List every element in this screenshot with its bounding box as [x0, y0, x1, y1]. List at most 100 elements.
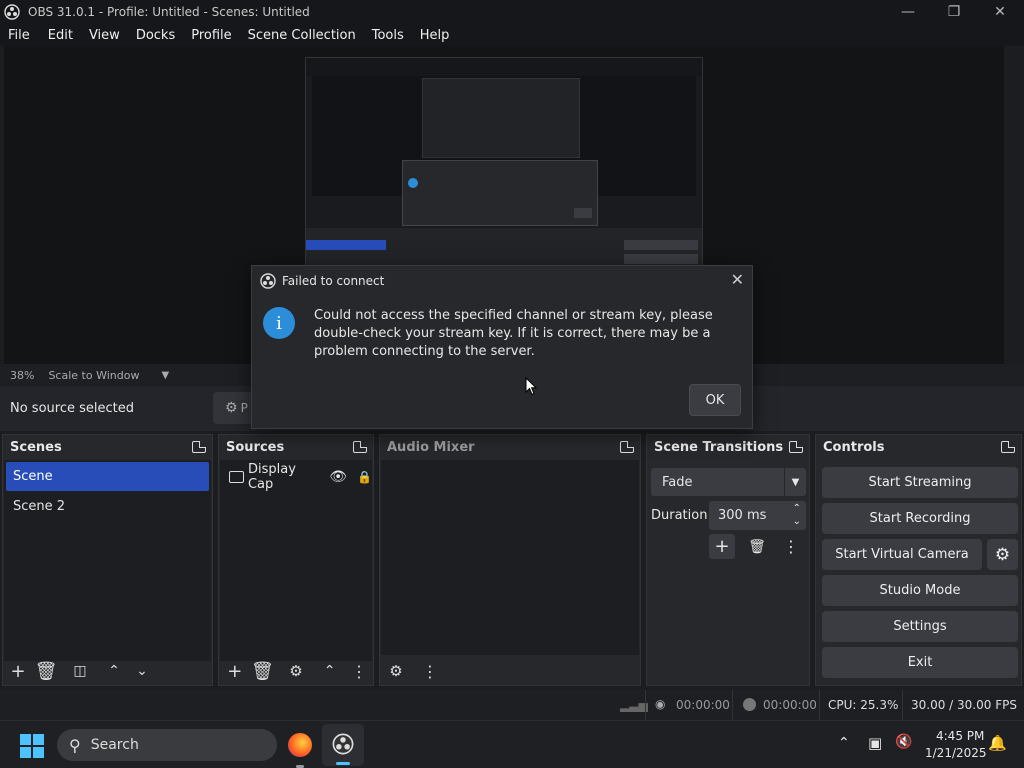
controls-dock: Controls Start Streaming Start Recording… — [815, 434, 1022, 686]
chevron-up-icon[interactable]: ⌃ — [838, 735, 850, 751]
studio-mode-button[interactable]: Studio Mode — [822, 575, 1018, 606]
transition-select[interactable]: Fade ▼ — [651, 468, 806, 496]
obs-logo-icon — [260, 273, 276, 289]
duration-spinbox[interactable]: 300 ms ⌃ ⌄ — [709, 501, 806, 530]
fps-readout: 30.00 / 30.00 FPS — [911, 698, 1017, 712]
add-scene-icon[interactable]: + — [4, 659, 32, 683]
undock-icon[interactable] — [789, 441, 803, 453]
scenes-dock: Scenes Scene Scene 2 + 🗑 ◫ ⌃ ⌄ — [2, 434, 213, 686]
more-icon[interactable]: ⋮ — [345, 659, 373, 683]
controls-title: Controls — [823, 439, 885, 455]
title-bar: OBS 31.0.1 - Profile: Untitled - Scenes:… — [0, 0, 1024, 24]
start-recording-button[interactable]: Start Recording — [822, 503, 1018, 534]
audio-mixer-title: Audio Mixer — [387, 439, 475, 455]
scene-transitions-title: Scene Transitions — [654, 439, 784, 455]
properties-button[interactable]: ⚙ P — [213, 392, 253, 424]
undock-icon[interactable] — [1001, 441, 1015, 453]
eye-icon[interactable]: 👁 — [329, 469, 347, 485]
scene-item[interactable]: Scene — [6, 462, 209, 491]
obs-logo-icon — [4, 4, 20, 20]
trash-icon[interactable]: 🗑 — [32, 659, 60, 683]
exit-button[interactable]: Exit — [822, 647, 1018, 678]
zoom-level: 38% — [10, 368, 35, 382]
chevron-down-icon[interactable]: ⌄ — [128, 659, 156, 683]
clock-date[interactable]: 1/21/2025 — [925, 746, 987, 760]
menu-scene-collection[interactable]: Scene Collection — [248, 28, 356, 43]
sources-dock: Sources Display Cap 👁 🔒 + 🗑 ⚙ ⌃ ⋮ — [218, 434, 374, 686]
maximize-button[interactable]: ❐ — [931, 0, 977, 24]
cpu-usage: CPU: 25.3% — [828, 698, 899, 712]
menu-help[interactable]: Help — [420, 28, 450, 43]
chevron-up-icon[interactable]: ⌃ — [100, 659, 128, 683]
trash-icon[interactable]: 🗑 — [249, 659, 277, 683]
record-icon — [743, 698, 756, 711]
firefox-icon[interactable] — [288, 733, 312, 757]
scale-mode-dropdown[interactable]: Scale to Window — [48, 369, 139, 382]
preview-screen-capture-image — [305, 57, 703, 266]
spin-arrows-icon[interactable]: ⌃ ⌄ — [793, 502, 801, 528]
signal-icon: ▂▃▅ — [620, 698, 648, 712]
undock-icon[interactable] — [353, 441, 367, 453]
taskbar-search[interactable]: ⚲ Search — [57, 729, 277, 761]
window-title: OBS 31.0.1 - Profile: Untitled - Scenes:… — [28, 5, 310, 19]
close-window-button[interactable]: ✕ — [977, 0, 1023, 24]
failed-to-connect-dialog: Failed to connect ✕ i Could not access t… — [251, 265, 753, 429]
no-source-label: No source selected — [10, 401, 134, 416]
trash-icon[interactable]: 🗑 — [744, 534, 770, 559]
gear-icon[interactable]: ⚙ — [382, 659, 410, 683]
duration-label: Duration — [651, 508, 708, 523]
status-bar: ▂▃▅ ◉ 00:00:00 00:00:00 CPU: 25.3% 30.00… — [0, 690, 1024, 720]
notification-bell-icon[interactable]: 🔔 — [988, 734, 1007, 752]
start-virtual-camera-button[interactable]: Start Virtual Camera — [822, 539, 982, 570]
dialog-message: Could not access the specified channel o… — [314, 308, 713, 359]
scene-transitions-dock: Scene Transitions Fade ▼ Duration 300 ms… — [646, 434, 810, 686]
menu-file[interactable]: File — [8, 28, 30, 43]
sources-title: Sources — [226, 439, 285, 455]
undock-icon[interactable] — [620, 441, 634, 453]
menu-tools[interactable]: Tools — [372, 28, 404, 43]
add-transition-icon[interactable]: + — [709, 534, 735, 559]
taskbar: ⚲ Search ⌃ ▣ 🔇 4:45 PM 1/21/2025 🔔 — [0, 720, 1024, 768]
chevron-up-icon[interactable]: ⌃ — [316, 659, 344, 683]
source-item[interactable]: Display Cap 👁 🔒 — [220, 460, 372, 494]
gear-icon[interactable]: ⚙ — [987, 539, 1018, 570]
network-icon[interactable]: ▣ — [868, 734, 882, 752]
close-icon[interactable]: ✕ — [731, 270, 744, 289]
search-icon: ⚲ — [69, 735, 81, 755]
dialog-title: Failed to connect — [282, 274, 385, 288]
menu-view[interactable]: View — [89, 28, 120, 43]
menu-bar: File Edit View Docks Profile Scene Colle… — [0, 24, 1024, 46]
monitor-icon — [229, 471, 244, 483]
sources-list: Display Cap 👁 🔒 — [220, 460, 372, 661]
scenes-list: Scene Scene 2 — [4, 460, 211, 661]
mouse-cursor-icon — [525, 377, 537, 396]
minimize-button[interactable]: — — [885, 0, 931, 24]
more-icon[interactable]: ⋮ — [416, 659, 444, 683]
undock-icon[interactable] — [192, 441, 206, 453]
filter-icon[interactable]: ◫ — [66, 659, 94, 683]
chevron-down-icon: ▼ — [784, 468, 806, 496]
obs-logo-icon — [332, 733, 354, 755]
more-icon[interactable]: ⋮ — [778, 534, 804, 559]
start-streaming-button[interactable]: Start Streaming — [822, 467, 1018, 498]
gear-icon[interactable]: ⚙ — [282, 659, 310, 683]
info-icon: i — [263, 307, 295, 339]
clock-time[interactable]: 4:45 PM — [936, 729, 984, 743]
menu-docks[interactable]: Docks — [136, 28, 175, 43]
settings-button[interactable]: Settings — [822, 611, 1018, 642]
chevron-down-icon[interactable]: ▼ — [161, 370, 169, 381]
audio-mixer-dock: Audio Mixer ⚙ ⋮ — [379, 434, 641, 686]
add-source-icon[interactable]: + — [221, 659, 249, 683]
record-time: 00:00:00 — [763, 698, 817, 712]
speaker-muted-icon[interactable]: 🔇 — [895, 734, 912, 750]
obs-taskbar-button[interactable] — [322, 724, 364, 766]
lock-icon[interactable]: 🔒 — [357, 470, 372, 484]
windows-start-icon[interactable] — [20, 734, 44, 758]
menu-edit[interactable]: Edit — [48, 28, 73, 43]
scene-item[interactable]: Scene 2 — [4, 491, 211, 521]
ok-button[interactable]: OK — [689, 384, 741, 416]
scenes-title: Scenes — [10, 439, 62, 455]
stream-icon: ◉ — [655, 697, 666, 711]
menu-profile[interactable]: Profile — [191, 28, 231, 43]
stream-time: 00:00:00 — [676, 698, 730, 712]
